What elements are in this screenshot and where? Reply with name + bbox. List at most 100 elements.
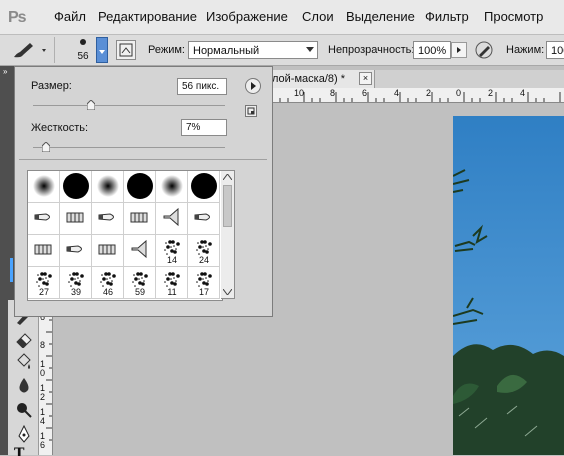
brush-size-label: 59 (134, 287, 145, 297)
brush-size-value: 56 (77, 51, 89, 62)
brush-preset-panel: Размер: 56 пикс. Жесткость: 7% 14 24 27 39 4… (14, 66, 273, 317)
brush-preset[interactable] (156, 171, 188, 203)
brush-preset[interactable] (188, 171, 220, 203)
brush-preset[interactable]: 24 (188, 235, 220, 267)
options-bar: 56 Режим: Нормальный Непрозрачность: 100… (0, 35, 564, 66)
soft-brush-icon (33, 175, 55, 197)
brush-size-label: 24 (198, 255, 209, 265)
blur-tool-button[interactable] (14, 376, 34, 396)
divider (19, 159, 267, 160)
paint-bucket-tool-button[interactable] (14, 352, 34, 372)
menu-filter[interactable]: Фильтр (425, 9, 469, 24)
eraser-tool-button[interactable] (14, 330, 34, 349)
brush-preset[interactable]: 17 (188, 267, 220, 299)
new-preset-button[interactable] (245, 105, 257, 117)
menu-view[interactable]: Просмотр (484, 9, 543, 24)
flat-brush-icon (98, 244, 116, 255)
brush-preset[interactable] (28, 203, 60, 235)
brush-preset[interactable] (60, 235, 92, 267)
photo-sky-trees (453, 116, 564, 455)
brush-preset[interactable]: 27 (28, 267, 60, 299)
brush-preset[interactable] (92, 203, 124, 235)
size-label: Размер: (31, 80, 72, 92)
brush-preset-dropdown-button[interactable] (96, 37, 108, 63)
pressure-opacity-button[interactable] (474, 40, 494, 60)
brush-preset-icon (80, 39, 86, 45)
brush-preset[interactable]: 11 (156, 267, 188, 299)
hardness-slider-knob[interactable] (42, 142, 51, 152)
brush-preset[interactable] (60, 171, 92, 203)
panel-menu-icon (251, 82, 256, 90)
opacity-field[interactable]: 100% (413, 41, 451, 59)
soft-brush-icon (97, 175, 119, 197)
fan-brush-icon (131, 239, 147, 259)
flat-brush-icon (130, 212, 148, 223)
brush-preset[interactable]: 46 (92, 267, 124, 299)
mode-value: Нормальный (193, 45, 260, 57)
brush-preset[interactable] (124, 235, 156, 267)
dodge-tool-button[interactable] (14, 400, 34, 420)
toggle-brush-panel-button[interactable] (116, 40, 136, 60)
tip-brush-icon (66, 245, 82, 253)
hardness-label: Жесткость: (31, 122, 89, 134)
document-canvas[interactable] (453, 116, 564, 455)
size-field[interactable]: 56 пикс. (177, 78, 227, 95)
brush-preset-picker[interactable]: 56 (70, 37, 96, 63)
vertical-ruler: 6 8 1 0 1 2 1 4 1 6 (38, 300, 53, 455)
opacity-label: Непрозрачность: (328, 44, 415, 56)
pressure-field[interactable]: 100% (546, 41, 564, 59)
brush-tool-icon (14, 43, 46, 58)
tool-highlight (10, 258, 13, 282)
brush-size-label: 46 (102, 287, 113, 297)
brush-preset[interactable] (28, 235, 60, 267)
pen-tool-button[interactable] (14, 424, 34, 444)
brush-preset[interactable] (124, 203, 156, 235)
brush-preset[interactable] (124, 171, 156, 203)
menu-edit[interactable]: Редактирование (98, 9, 197, 24)
menu-image[interactable]: Изображение (206, 9, 288, 24)
brush-preset[interactable] (92, 235, 124, 267)
opacity-slider-button[interactable] (451, 42, 467, 58)
hardness-slider-track[interactable] (33, 147, 225, 148)
tools-panel: T (8, 300, 39, 456)
horizontal-ruler: 10 8 6 4 2 0 2 4 (270, 88, 564, 103)
scroll-up-icon[interactable] (223, 174, 232, 180)
menu-file[interactable]: Файл (54, 9, 86, 24)
brush-preset[interactable]: 59 (124, 267, 156, 299)
brush-presets-grid: 14 24 27 39 46 59 11 17 (27, 170, 223, 301)
chevron-down-icon (99, 50, 105, 54)
scroll-down-icon[interactable] (223, 289, 232, 295)
brush-preset[interactable] (28, 171, 60, 203)
mode-select[interactable]: Нормальный (188, 41, 318, 59)
brush-preset[interactable] (92, 171, 124, 203)
size-slider-track[interactable] (33, 105, 225, 106)
brush-preset[interactable]: 39 (60, 267, 92, 299)
fan-brush-icon (163, 207, 179, 227)
panel-collapse-icon[interactable]: » (3, 68, 11, 76)
flat-brush-icon (34, 244, 52, 255)
brush-preset[interactable]: 14 (156, 235, 188, 267)
brush-preset[interactable] (60, 203, 92, 235)
tip-brush-icon (194, 213, 210, 221)
size-slider-knob[interactable] (86, 100, 95, 110)
document-tab-title: лой-маска/8) * (272, 73, 345, 85)
brush-preset[interactable] (156, 203, 188, 235)
close-icon[interactable]: × (359, 72, 372, 85)
brush-preset[interactable] (188, 203, 220, 235)
menu-bar: Ps Файл Редактирование Изображение Слои … (0, 0, 564, 35)
panel-menu-button[interactable] (245, 78, 261, 94)
size-value: 56 пикс. (182, 81, 220, 92)
menu-layers[interactable]: Слои (302, 9, 334, 24)
tool-preset-picker[interactable] (8, 39, 48, 61)
menu-select[interactable]: Выделение (346, 9, 415, 24)
document-tab[interactable]: лой-маска/8) * × (270, 70, 375, 88)
hardness-field[interactable]: 7% (181, 119, 227, 136)
eraser-icon (16, 333, 32, 349)
scroll-thumb[interactable] (223, 185, 232, 227)
ruler-ticks (46, 307, 52, 441)
presets-scrollbar[interactable] (221, 170, 235, 299)
soft-brush-icon (161, 175, 183, 197)
opacity-value: 100% (418, 45, 447, 57)
separator (54, 37, 55, 63)
ruler-ticks (271, 92, 561, 102)
